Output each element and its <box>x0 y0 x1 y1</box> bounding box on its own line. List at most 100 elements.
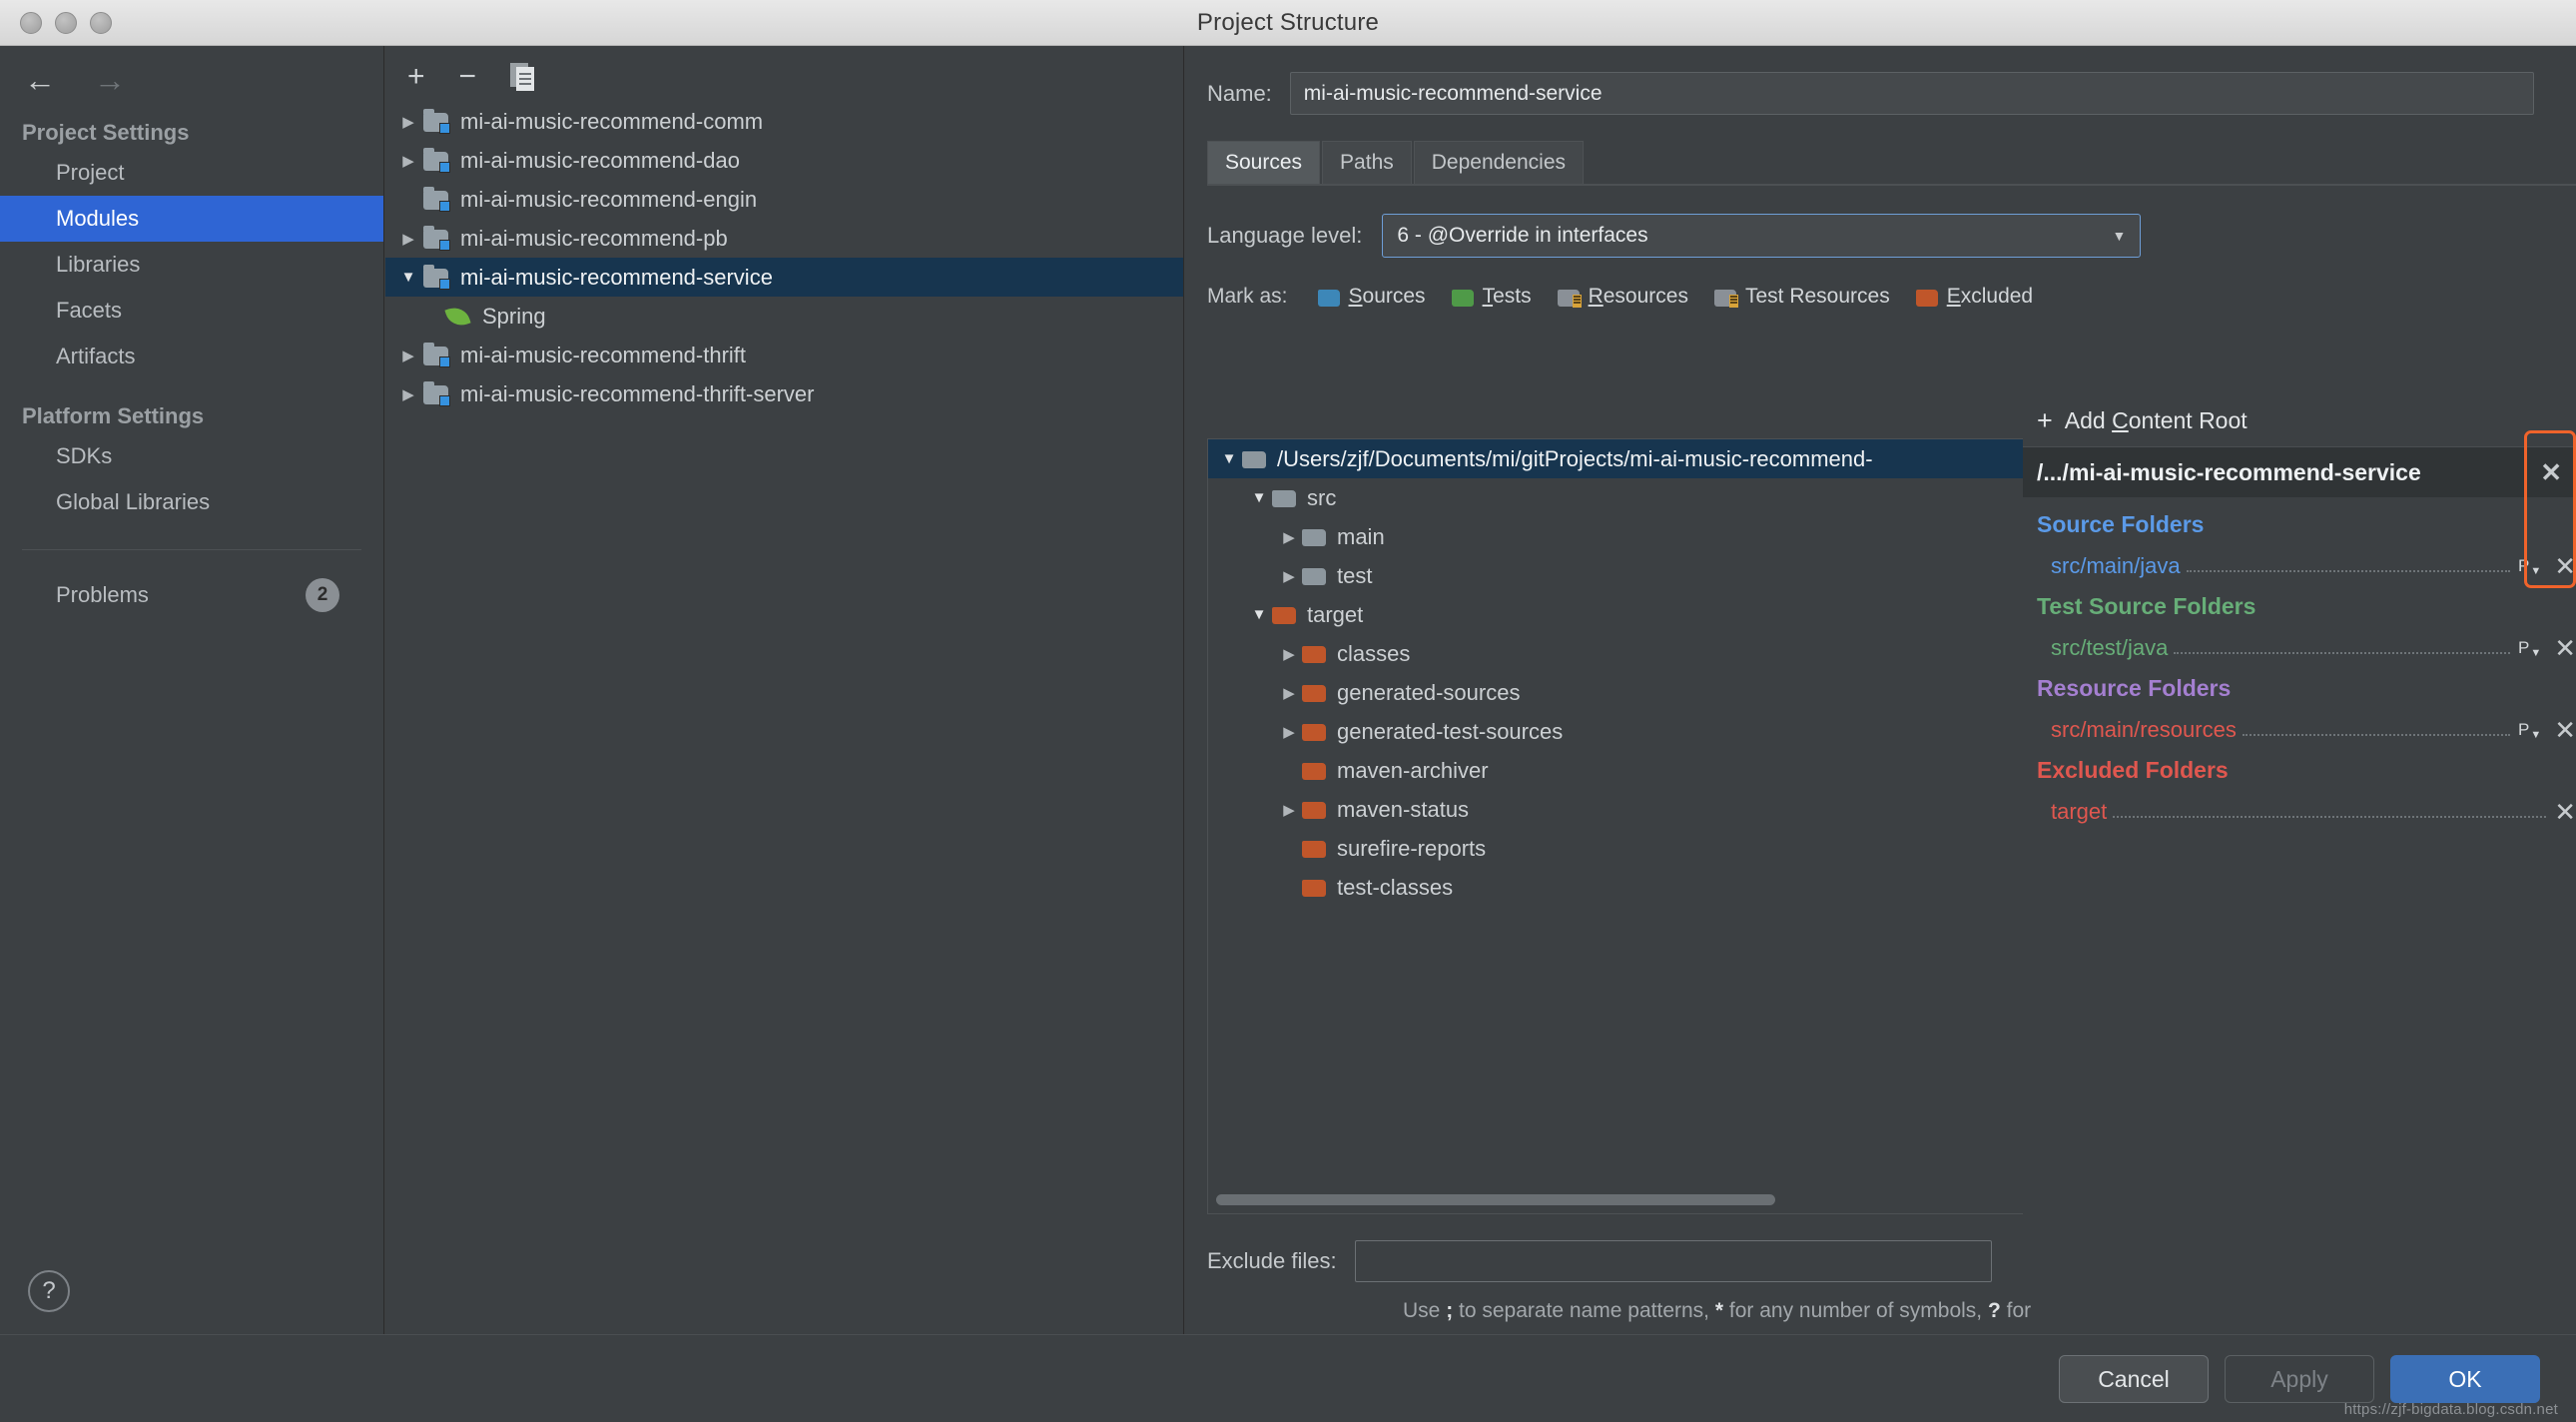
test-resources-folder-icon <box>1714 288 1737 307</box>
chevron-right-icon[interactable]: ▶ <box>395 385 421 403</box>
content-tree-row[interactable]: ▼ src <box>1208 478 2027 517</box>
chevron-right-icon[interactable]: ▶ <box>1276 684 1302 702</box>
chevron-right-icon[interactable]: ▶ <box>395 152 421 170</box>
close-icon[interactable]: ✕ <box>2540 459 2562 485</box>
folder-icon <box>1302 800 1327 820</box>
chevron-right-icon[interactable]: ▶ <box>1276 645 1302 663</box>
sidebar-item-sdks[interactable]: SDKs <box>0 433 383 479</box>
package-prefix-icon[interactable]: P▼ <box>2518 556 2540 576</box>
source-folder-item[interactable]: src/main/java P▼ ✕ <box>2037 543 2576 579</box>
content-tree-row[interactable]: ▶ surefire-reports <box>1208 829 2027 868</box>
resources-folder-icon <box>1558 288 1581 307</box>
chevron-down-icon[interactable]: ▼ <box>395 269 421 286</box>
excluded-folder-item[interactable]: target ✕ <box>2037 789 2576 825</box>
copy-module-icon[interactable] <box>510 63 536 91</box>
arrow-right-icon[interactable]: → <box>94 64 126 96</box>
add-content-root-button[interactable]: + Add Content Root <box>2023 395 2576 447</box>
chevron-down-icon[interactable]: ▼ <box>1246 606 1272 623</box>
plus-icon: + <box>2037 405 2053 436</box>
chevron-right-icon[interactable]: ▶ <box>1276 567 1302 585</box>
help-button[interactable]: ? <box>28 1270 70 1312</box>
tab-sources[interactable]: Sources <box>1207 141 1320 184</box>
add-content-root-label: Add Content Root <box>2065 407 2248 434</box>
module-tree-row[interactable]: ▶ mi-ai-music-recommend-dao <box>385 141 1183 180</box>
folder-item-tools: P▼ ✕ <box>2518 717 2576 743</box>
source-folders-title: Source Folders <box>2037 511 2576 538</box>
content-tree-row[interactable]: ▼ target <box>1208 595 2027 634</box>
chevron-right-icon[interactable]: ▶ <box>395 347 421 364</box>
chevron-right-icon[interactable]: ▶ <box>1276 528 1302 546</box>
remove-module-button[interactable]: − <box>459 62 477 92</box>
sidebar-item-libraries[interactable]: Libraries <box>0 242 383 288</box>
module-tree-row[interactable]: ▶ mi-ai-music-recommend-thrift <box>385 336 1183 374</box>
mark-as-sources-button[interactable]: Sources <box>1318 285 1426 309</box>
mark-as-resources-button[interactable]: Resources <box>1558 285 1688 309</box>
close-icon[interactable]: ✕ <box>2554 799 2576 825</box>
chevron-right-icon[interactable]: ▶ <box>395 230 421 248</box>
content-root-row-selected[interactable]: ▼ /Users/zjf/Documents/mi/gitProjects/mi… <box>1208 439 2027 478</box>
folder-icon <box>1302 878 1327 898</box>
folder-label: maven-status <box>1337 797 1469 823</box>
mark-as-test-resources-button[interactable]: Test Resources <box>1714 285 1890 309</box>
module-name-input[interactable]: mi-ai-music-recommend-service <box>1290 72 2534 115</box>
module-tree-row[interactable]: ▶ mi-ai-music-recommend-comm <box>385 102 1183 141</box>
folder-icon <box>1242 449 1267 469</box>
test-source-folders-group: Test Source Folders src/test/java P▼ ✕ <box>2023 579 2576 661</box>
sidebar-item-project[interactable]: Project <box>0 150 383 196</box>
content-tree-row[interactable]: ▶ generated-test-sources <box>1208 712 2027 751</box>
chevron-down-icon[interactable]: ▼ <box>1216 450 1242 467</box>
arrow-left-icon[interactable]: ← <box>24 64 56 96</box>
module-tree-row[interactable]: ▶ mi-ai-music-recommend-thrift-server <box>385 374 1183 413</box>
mark-as-excluded-button[interactable]: Excluded <box>1916 285 2033 309</box>
content-tree-row[interactable]: ▶ maven-archiver <box>1208 751 2027 790</box>
exclude-files-label: Exclude files: <box>1207 1248 1337 1274</box>
apply-button[interactable]: Apply <box>2225 1355 2374 1403</box>
content-tree-row[interactable]: ▶ generated-sources <box>1208 673 2027 712</box>
module-tree-row[interactable]: ▶ mi-ai-music-recommend-engin <box>385 180 1183 219</box>
sidebar-item-global-libraries[interactable]: Global Libraries <box>0 479 383 525</box>
folder-label: surefire-reports <box>1337 836 1486 862</box>
add-module-button[interactable]: + <box>407 62 425 92</box>
tab-paths[interactable]: Paths <box>1322 141 1412 184</box>
module-facet-row[interactable]: Spring <box>385 297 1183 336</box>
module-tree-row-selected[interactable]: ▼ mi-ai-music-recommend-service <box>385 258 1183 297</box>
resource-folder-item[interactable]: src/main/resources P▼ ✕ <box>2037 707 2576 743</box>
module-tree-row[interactable]: ▶ mi-ai-music-recommend-pb <box>385 219 1183 258</box>
exclude-files-input[interactable] <box>1355 1240 1992 1282</box>
close-icon[interactable]: ✕ <box>2554 553 2576 579</box>
chevron-right-icon[interactable]: ▶ <box>395 113 421 131</box>
package-prefix-icon[interactable]: P▼ <box>2518 720 2540 740</box>
content-tree-row[interactable]: ▶ classes <box>1208 634 2027 673</box>
cancel-button[interactable]: Cancel <box>2059 1355 2209 1403</box>
sidebar-item-problems[interactable]: Problems 2 <box>0 572 383 618</box>
language-level-select[interactable]: 6 - @Override in interfaces ▼ <box>1382 214 2141 258</box>
mark-as-tests-button[interactable]: Tests <box>1452 285 1532 309</box>
spring-leaf-icon <box>445 306 471 328</box>
sidebar-item-modules[interactable]: Modules <box>0 196 383 242</box>
content-tree-row[interactable]: ▶ test-classes <box>1208 868 2027 907</box>
package-prefix-icon[interactable]: P▼ <box>2518 638 2540 658</box>
ok-button[interactable]: OK <box>2390 1355 2540 1403</box>
chevron-right-icon[interactable]: ▶ <box>1276 723 1302 741</box>
sidebar-divider <box>22 549 361 550</box>
content-tree-row[interactable]: ▶ test <box>1208 556 2027 595</box>
content-tree-row[interactable]: ▶ main <box>1208 517 2027 556</box>
module-label: mi-ai-music-recommend-thrift <box>460 343 746 368</box>
folder-item-tools: ✕ <box>2554 799 2576 825</box>
sidebar-item-facets[interactable]: Facets <box>0 288 383 334</box>
folder-icon <box>1302 644 1327 664</box>
chevron-placeholder-icon: ▶ <box>1276 762 1302 780</box>
sidebar-item-artifacts[interactable]: Artifacts <box>0 334 383 379</box>
module-name-row: Name: mi-ai-music-recommend-service <box>1185 46 2576 115</box>
tab-dependencies[interactable]: Dependencies <box>1414 141 1584 184</box>
close-icon[interactable]: ✕ <box>2554 717 2576 743</box>
chevron-down-icon[interactable]: ▼ <box>1246 489 1272 506</box>
test-source-folder-item[interactable]: src/test/java P▼ ✕ <box>2037 625 2576 661</box>
horizontal-scrollbar[interactable] <box>1216 1194 1775 1205</box>
close-icon[interactable]: ✕ <box>2554 635 2576 661</box>
content-tree-row[interactable]: ▶ maven-status <box>1208 790 2027 829</box>
language-level-value: 6 - @Override in interfaces <box>1397 224 1647 248</box>
chevron-right-icon[interactable]: ▶ <box>1276 801 1302 819</box>
excluded-folders-group: Excluded Folders target ✕ <box>2023 743 2576 825</box>
folder-icon <box>1302 839 1327 859</box>
